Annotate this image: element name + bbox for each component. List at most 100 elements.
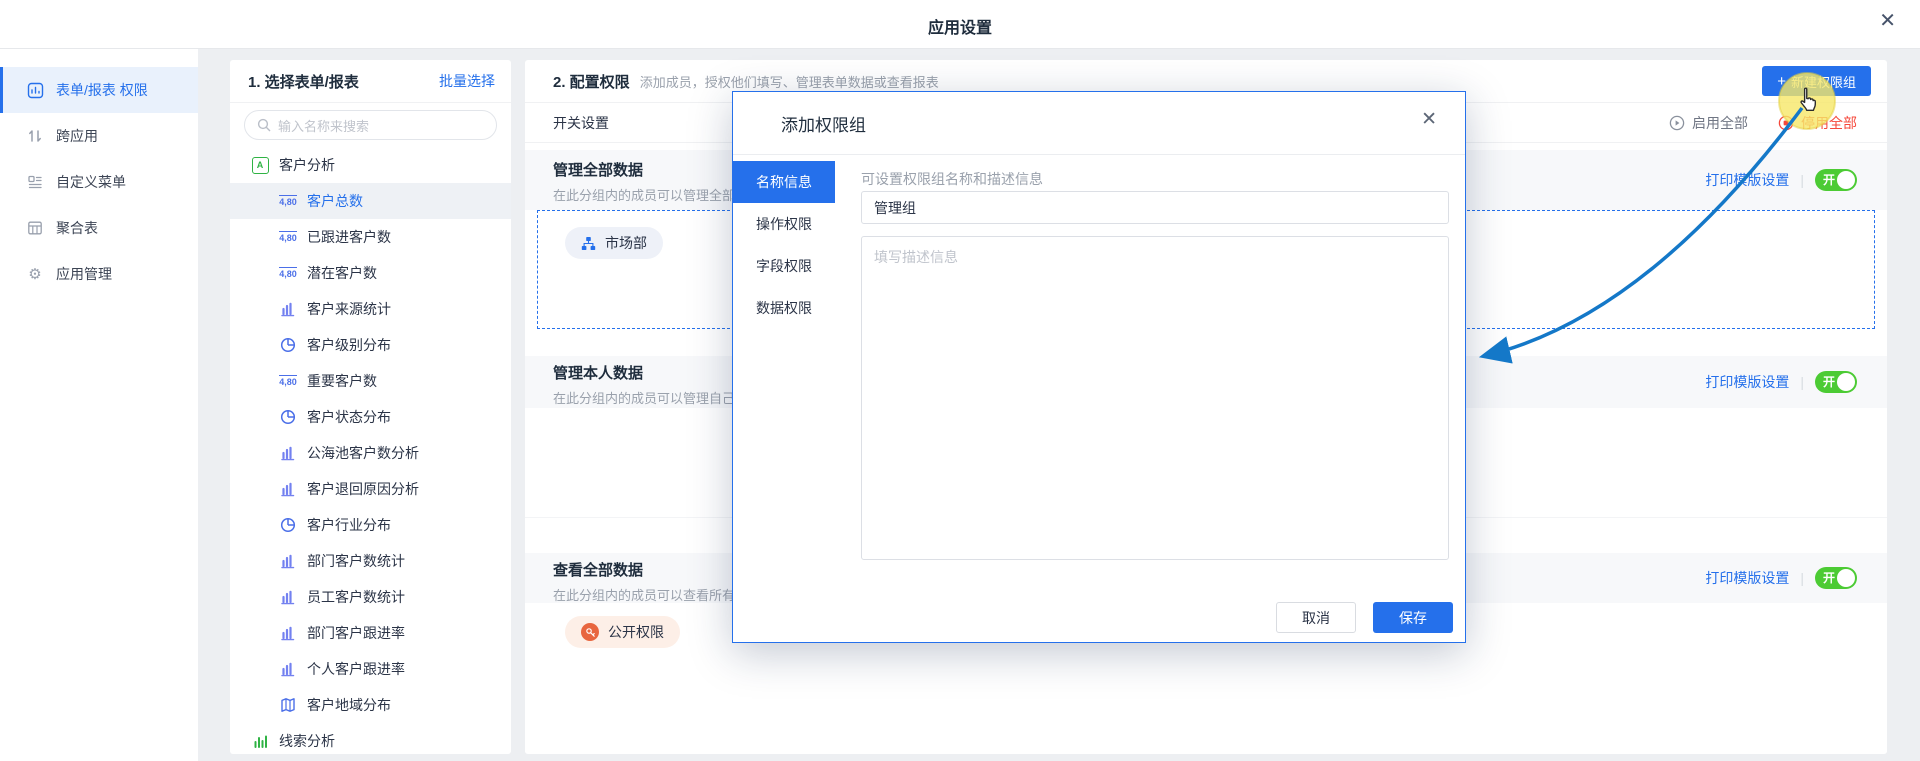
tree-item-部门客户数统计[interactable]: 部门客户数统计 [230,543,511,579]
form-tree: A客户分析4,80客户总数4,80已跟进客户数4,80潜在客户数客户来源统计客户… [230,147,511,754]
tree-group-客户分析[interactable]: A客户分析 [230,147,511,183]
play-circle-icon [1669,115,1685,131]
toggle-knob [1837,373,1855,391]
tree-label: 部门客户跟进率 [307,623,405,643]
cross-app-icon [26,127,44,145]
tree-label: 客户地域分布 [307,695,391,715]
sidebar-item-label: 聚合表 [56,218,98,238]
sidebar-item-聚合表[interactable]: 聚合表 [0,205,198,251]
org-tree-icon [581,236,596,251]
modal-tab-字段权限[interactable]: 字段权限 [733,245,835,287]
tree-label: 客户总数 [307,191,363,211]
permission-subtitle: 添加成员，授权他们填写、管理表单数据或查看报表 [640,72,939,91]
tree-label: 已跟进客户数 [307,227,391,247]
modal-tab-名称信息[interactable]: 名称信息 [733,161,835,203]
tree-label: 重要客户数 [307,371,377,391]
tree-item-个人客户跟进率[interactable]: 个人客户跟进率 [230,651,511,687]
tree-item-客户状态分布[interactable]: 客户状态分布 [230,399,511,435]
tree-label: 线索分析 [279,731,335,751]
bar-chart-icon [278,625,298,641]
pie-chart-icon [278,409,298,425]
modal-close-icon[interactable]: ✕ [1421,110,1437,129]
member-tag-label: 公开权限 [608,622,664,642]
separator: | [1800,374,1804,390]
app-manage-icon: ⚙ [26,265,44,283]
tree-group-线索分析[interactable]: 线索分析 [230,723,511,754]
member-tag-label: 市场部 [605,233,647,253]
tree-label: 潜在客户数 [307,263,377,283]
tree-item-重要客户数[interactable]: 4,80重要客户数 [230,363,511,399]
print-template-link[interactable]: 打印模版设置 [1705,372,1789,392]
bar-chart-icon [278,553,298,569]
cancel-button[interactable]: 取消 [1276,602,1356,633]
tree-item-客户退回原因分析[interactable]: 客户退回原因分析 [230,471,511,507]
group-name-input[interactable] [861,191,1449,224]
pie-chart-icon [278,337,298,353]
modal-tab-list: 名称信息操作权限字段权限数据权限 [733,154,835,329]
disable-all-label: 停用全部 [1801,113,1857,133]
tree-item-公海池客户数分析[interactable]: 公海池客户数分析 [230,435,511,471]
modal-title: 添加权限组 [781,111,866,136]
sidebar-item-表单/报表 权限[interactable]: 表单/报表 权限 [0,67,198,113]
on-off-toggle[interactable]: 开 [1815,371,1857,393]
leads-group-icon [250,734,270,748]
form-select-header: 1. 选择表单/报表 批量选择 [230,60,511,103]
form-report-icon [26,81,44,99]
enable-all-label: 启用全部 [1692,113,1748,133]
tree-item-部门客户跟进率[interactable]: 部门客户跟进率 [230,615,511,651]
member-tag-市场部[interactable]: 市场部 [565,227,663,259]
key-icon [581,623,599,641]
tree-label: 客户退回原因分析 [307,479,419,499]
toggle-knob [1837,171,1855,189]
bar-chart-icon [278,445,298,461]
search-input[interactable]: 输入名称来搜索 [244,110,497,140]
section-controls: 打印模版设置 | 开 [1705,567,1857,589]
tree-item-客户行业分布[interactable]: 客户行业分布 [230,507,511,543]
on-off-toggle[interactable]: 开 [1815,169,1857,191]
save-button[interactable]: 保存 [1373,602,1453,633]
modal-tab-数据权限[interactable]: 数据权限 [733,287,835,329]
pie-chart-icon [278,517,298,533]
form-group-icon: A [250,157,270,174]
group-desc-textarea[interactable] [861,236,1449,560]
print-template-link[interactable]: 打印模版设置 [1705,568,1789,588]
print-template-link[interactable]: 打印模版设置 [1705,170,1789,190]
tree-label: 客户级别分布 [307,335,391,355]
metric-icon: 4,80 [278,267,298,280]
disable-all-button[interactable]: 停用全部 [1778,113,1857,133]
sidebar-item-label: 跨应用 [56,126,98,146]
on-off-toggle[interactable]: 开 [1815,567,1857,589]
metric-icon: 4,80 [278,231,298,244]
form-select-panel: 1. 选择表单/报表 批量选择 输入名称来搜索 A客户分析4,80客户总数4,8… [230,60,511,754]
separator: | [1800,172,1804,188]
enable-all-button[interactable]: 启用全部 [1669,113,1748,133]
tree-item-客户来源统计[interactable]: 客户来源统计 [230,291,511,327]
form-select-title: 1. 选择表单/报表 [248,71,359,92]
new-permission-group-button[interactable]: + 新建权限组 [1762,66,1871,96]
tree-item-客户地域分布[interactable]: 客户地域分布 [230,687,511,723]
tree-label: 部门客户数统计 [307,551,405,571]
separator: | [1800,570,1804,586]
aggregate-table-icon [26,219,44,237]
tree-item-员工客户数统计[interactable]: 员工客户数统计 [230,579,511,615]
tree-item-潜在客户数[interactable]: 4,80 潜在客户数 [230,255,511,291]
modal-tab-操作权限[interactable]: 操作权限 [733,203,835,245]
sidebar-item-自定义菜单[interactable]: 自定义菜单 [0,159,198,205]
member-tag-公开权限[interactable]: 公开权限 [565,616,680,648]
tree-item-客户总数[interactable]: 4,80客户总数 [230,183,511,219]
close-icon[interactable]: ✕ [1879,11,1896,31]
sidebar-item-应用管理[interactable]: ⚙应用管理 [0,251,198,297]
app-settings-window: 应用设置 ✕ 表单/报表 权限跨应用自定义菜单聚合表⚙应用管理 1. 选择表单/… [0,0,1920,761]
sidebar-item-跨应用[interactable]: 跨应用 [0,113,198,159]
tree-label: 客户行业分布 [307,515,391,535]
batch-select-link[interactable]: 批量选择 [439,71,495,91]
map-icon [278,697,298,713]
switch-settings-label: 开关设置 [553,113,609,133]
tree-label: 客户来源统计 [307,299,391,319]
sidebar-item-label: 表单/报表 权限 [56,80,148,100]
section-controls: 打印模版设置 | 开 [1705,169,1857,191]
tree-label: 员工客户数统计 [307,587,405,607]
add-permission-group-modal: 添加权限组 ✕ 名称信息操作权限字段权限数据权限 可设置权限组名称和描述信息 取… [732,91,1466,643]
tree-item-客户级别分布[interactable]: 客户级别分布 [230,327,511,363]
tree-item-已跟进客户数[interactable]: 4,80 已跟进客户数 [230,219,511,255]
